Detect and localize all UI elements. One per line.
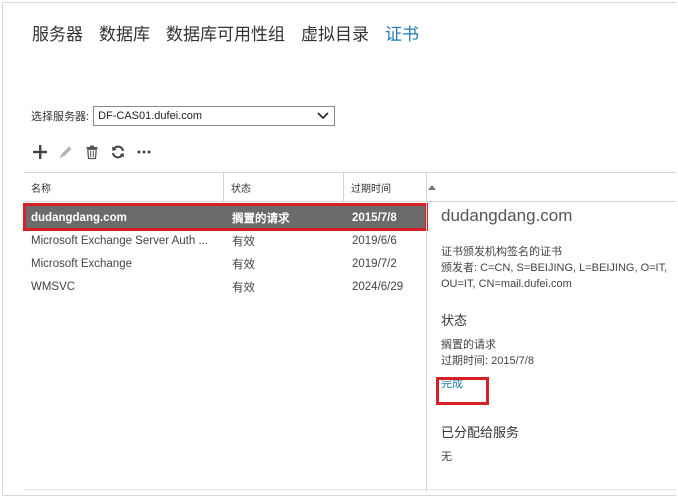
complete-link[interactable]: 完成 xyxy=(441,375,463,391)
cell-name: Microsoft Exchange xyxy=(31,257,132,270)
issuer-line-2: OU=IT, CN=mail.dufei.com xyxy=(441,278,572,290)
server-select[interactable]: DF-CAS01.dufei.com xyxy=(93,106,336,126)
cell-expires: 2019/6/6 xyxy=(352,234,397,247)
more-icon[interactable] xyxy=(134,142,154,162)
services-heading: 已分配给服务 xyxy=(441,425,520,440)
header-divider xyxy=(426,173,427,202)
chevron-down-icon xyxy=(316,109,330,123)
services-value: 无 xyxy=(441,451,452,463)
cell-name: dudangdang.com xyxy=(31,211,127,224)
details-pane: dudangdang.com 证书颁发机构签名的证书 颁发者: C=CN, S=… xyxy=(441,206,671,465)
cell-status: 有效 xyxy=(232,281,255,294)
tab-dag[interactable]: 数据库可用性组 xyxy=(166,20,285,45)
cell-status: 有效 xyxy=(232,235,255,248)
column-header-name[interactable]: 名称 xyxy=(24,173,224,202)
server-selector-row: 选择服务器: DF-CAS01.dufei.com xyxy=(31,106,336,126)
refresh-icon[interactable] xyxy=(108,142,128,162)
server-selector-label: 选择服务器: xyxy=(31,111,90,123)
cell-expires: 2024/6/29 xyxy=(352,280,404,293)
certificate-type: 证书颁发机构签名的证书 xyxy=(441,246,562,258)
cell-expires: 2019/7/2 xyxy=(352,257,397,270)
status-heading: 状态 xyxy=(441,313,468,328)
table-header: 名称 状态 过期时间 xyxy=(24,172,676,202)
cell-expires: 2015/7/8 xyxy=(352,211,397,224)
tab-certificates[interactable]: 证书 xyxy=(385,20,419,45)
add-icon[interactable] xyxy=(30,142,50,162)
cell-status: 搁置的请求 xyxy=(232,212,290,225)
details-divider xyxy=(426,202,427,492)
table-row[interactable]: WMSVC 有效 2024/6/29 xyxy=(24,275,426,298)
delete-icon[interactable] xyxy=(82,142,102,162)
column-header-status[interactable]: 状态 xyxy=(224,173,344,202)
tab-servers[interactable]: 服务器 xyxy=(32,20,83,45)
toolbar xyxy=(30,142,154,162)
nav-tabs: 服务器 数据库 数据库可用性组 虚拟目录 证书 xyxy=(32,20,435,45)
table-row[interactable]: Microsoft Exchange 有效 2019/7/2 xyxy=(24,252,426,275)
sort-ascending-icon[interactable] xyxy=(428,185,436,190)
tab-virtual-directories[interactable]: 虚拟目录 xyxy=(301,20,369,45)
expires-value: 过期时间: 2015/7/8 xyxy=(441,355,534,367)
cell-status: 有效 xyxy=(232,258,255,271)
issuer-line-1: 颁发者: C=CN, S=BEIJING, L=BEIJING, O=IT, xyxy=(441,262,668,274)
cell-name: Microsoft Exchange Server Auth ... xyxy=(31,234,209,247)
details-title: dudangdang.com xyxy=(441,206,573,225)
edit-icon[interactable] xyxy=(56,142,76,162)
column-header-expires[interactable]: 过期时间 xyxy=(344,173,426,202)
server-select-value: DF-CAS01.dufei.com xyxy=(98,110,202,122)
table-row[interactable]: Microsoft Exchange Server Auth ... 有效 20… xyxy=(24,229,426,252)
status-value: 搁置的请求 xyxy=(441,339,496,351)
table-row[interactable]: dudangdang.com 搁置的请求 2015/7/8 xyxy=(24,206,426,229)
tab-databases[interactable]: 数据库 xyxy=(99,20,150,45)
bottom-divider xyxy=(24,489,676,490)
table-body: dudangdang.com 搁置的请求 2015/7/8 Microsoft … xyxy=(24,206,426,298)
cell-name: WMSVC xyxy=(31,280,76,293)
